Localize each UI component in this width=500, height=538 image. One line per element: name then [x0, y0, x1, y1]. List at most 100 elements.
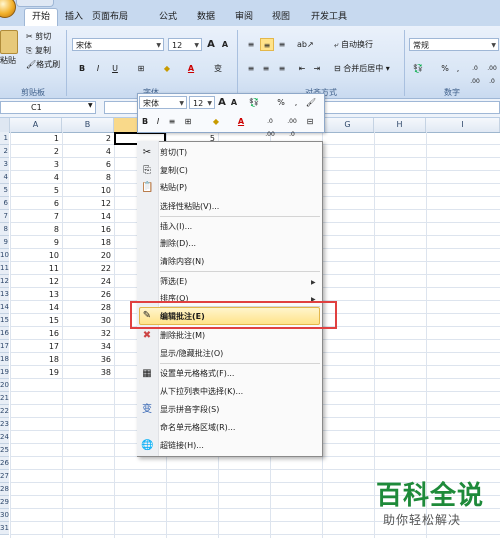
row-header[interactable]: 10 — [0, 249, 9, 262]
cell-a[interactable]: 9 — [10, 236, 62, 249]
row-header[interactable]: 24 — [0, 431, 9, 444]
align-left-icon[interactable]: ≡ — [245, 62, 257, 75]
cell-b[interactable]: 34 — [62, 340, 114, 353]
menu-item-clear-contents[interactable]: 清除内容(N) — [160, 253, 204, 270]
row-header[interactable]: 21 — [0, 392, 9, 405]
row-header[interactable]: 18 — [0, 353, 9, 366]
mini-increase-decimal-button[interactable]: .0 .00 — [262, 115, 278, 138]
mini-borders-icon[interactable]: ⊞ — [181, 115, 195, 128]
cell-b[interactable]: 12 — [62, 197, 114, 210]
currency-icon[interactable]: 💱 — [410, 62, 426, 75]
cell-b[interactable]: 26 — [62, 288, 114, 301]
menu-item-filter[interactable]: 筛选(E) — [160, 273, 187, 290]
mini-grow-font-button[interactable]: A — [217, 96, 227, 109]
cell-a[interactable]: 15 — [10, 314, 62, 327]
cell-a[interactable]: 4 — [10, 171, 62, 184]
mini-decrease-decimal-button[interactable]: .00 .0 — [284, 115, 300, 138]
quick-access-toolbar[interactable] — [16, 0, 54, 7]
percent-button[interactable]: % — [440, 62, 450, 75]
row-header[interactable]: 23 — [0, 418, 9, 431]
align-center-icon[interactable]: ≡ — [260, 62, 272, 75]
increase-indent-icon[interactable]: ⇥ — [311, 62, 323, 75]
row-header[interactable]: 7 — [0, 210, 9, 223]
cell-b[interactable]: 38 — [62, 366, 114, 379]
row-header[interactable]: 9 — [0, 236, 9, 249]
row-header[interactable]: 31 — [0, 522, 9, 535]
row-header[interactable]: 16 — [0, 327, 9, 340]
row-header[interactable]: 27 — [0, 470, 9, 483]
cell-b[interactable]: 16 — [62, 223, 114, 236]
tab-home[interactable]: 开始 — [24, 8, 59, 27]
font-size-combo[interactable]: 12 ▼ — [168, 38, 202, 51]
row-header[interactable]: 5 — [0, 184, 9, 197]
cell-b[interactable]: 36 — [62, 353, 114, 366]
row-header[interactable]: 19 — [0, 366, 9, 379]
fill-color-icon[interactable]: ◆ — [160, 62, 174, 75]
cell-b[interactable]: 14 — [62, 210, 114, 223]
cell-b[interactable]: 28 — [62, 301, 114, 314]
cell-b[interactable]: 24 — [62, 275, 114, 288]
select-all-corner[interactable] — [0, 118, 10, 132]
row-header[interactable]: 22 — [0, 405, 9, 418]
row-header[interactable]: 6 — [0, 197, 9, 210]
phonetic-button[interactable]: 变 — [210, 62, 226, 75]
menu-item-paste[interactable]: 粘贴(P) — [160, 179, 187, 196]
row-header[interactable]: 17 — [0, 340, 9, 353]
paste-icon[interactable] — [0, 30, 18, 54]
chevron-down-icon[interactable]: ▼ — [88, 102, 93, 109]
tab-page-layout[interactable]: 页面布局 — [85, 9, 135, 25]
mini-fill-color-icon[interactable]: ◆ — [210, 115, 222, 128]
mini-bold-button[interactable]: B — [140, 115, 150, 128]
font-color-icon[interactable]: A — [185, 62, 197, 75]
paste-button[interactable]: 粘贴 — [0, 55, 16, 67]
row-header[interactable]: 14 — [0, 301, 9, 314]
mini-italic-button[interactable]: I — [153, 115, 163, 128]
mini-font-color-button[interactable]: A — [236, 115, 246, 128]
align-bottom-icon[interactable]: ≡ — [276, 38, 288, 51]
cell-a[interactable]: 18 — [10, 353, 62, 366]
align-right-icon[interactable]: ≡ — [276, 62, 288, 75]
row-header[interactable]: 25 — [0, 444, 9, 457]
row-header[interactable]: 26 — [0, 457, 9, 470]
menu-item-delete-comment[interactable]: 删除批注(M) — [160, 327, 205, 344]
tab-formulas[interactable]: 公式 — [152, 9, 184, 25]
cell-b[interactable]: 4 — [62, 145, 114, 158]
mini-comma-button[interactable]: , — [292, 96, 300, 109]
cell-b[interactable]: 22 — [62, 262, 114, 275]
align-top-icon[interactable]: ≡ — [245, 38, 257, 51]
cell-a[interactable]: 8 — [10, 223, 62, 236]
mini-size-combo[interactable]: 12 ▼ — [189, 96, 215, 109]
copy-button[interactable]: ⎘ 复制 — [26, 45, 51, 57]
row-header[interactable]: 20 — [0, 379, 9, 392]
row-header[interactable]: 4 — [0, 171, 9, 184]
cell-b[interactable]: 20 — [62, 249, 114, 262]
cell-a[interactable]: 11 — [10, 262, 62, 275]
cell-b[interactable]: 30 — [62, 314, 114, 327]
comma-button[interactable]: , — [454, 62, 462, 75]
cell-a[interactable]: 17 — [10, 340, 62, 353]
cell-b[interactable]: 10 — [62, 184, 114, 197]
format-painter-button[interactable]: 🖌格式刷 — [26, 59, 60, 71]
cell-a[interactable]: 5 — [10, 184, 62, 197]
menu-item-format-cells[interactable]: 设置单元格格式(F)... — [160, 365, 234, 382]
column-header-h[interactable]: H — [374, 118, 426, 132]
shrink-font-button[interactable]: A — [219, 38, 231, 51]
increase-decimal-button[interactable]: .0 .00 — [467, 62, 483, 85]
menu-item-pick-from-list[interactable]: 从下拉列表中选择(K)... — [160, 383, 243, 400]
italic-button[interactable]: I — [92, 62, 104, 75]
number-format-combo[interactable]: 常规 ▼ — [409, 38, 499, 51]
cell-a[interactable]: 16 — [10, 327, 62, 340]
decrease-indent-icon[interactable]: ⇤ — [296, 62, 308, 75]
cell-a[interactable]: 12 — [10, 275, 62, 288]
mini-merge-icon[interactable]: ⊟ — [303, 115, 317, 128]
cut-button[interactable]: ✂ 剪切 — [26, 31, 51, 43]
grow-font-button[interactable]: A — [205, 38, 217, 51]
name-box[interactable]: C1 — [0, 101, 96, 114]
column-header-g[interactable]: G — [322, 118, 374, 132]
cell-b[interactable]: 32 — [62, 327, 114, 340]
align-middle-icon[interactable]: ≡ — [260, 38, 274, 51]
row-header[interactable]: 11 — [0, 262, 9, 275]
decrease-decimal-button[interactable]: .00 .0 — [484, 62, 500, 85]
column-header-i[interactable]: I — [426, 118, 500, 132]
borders-icon[interactable]: ⊞ — [134, 62, 148, 75]
